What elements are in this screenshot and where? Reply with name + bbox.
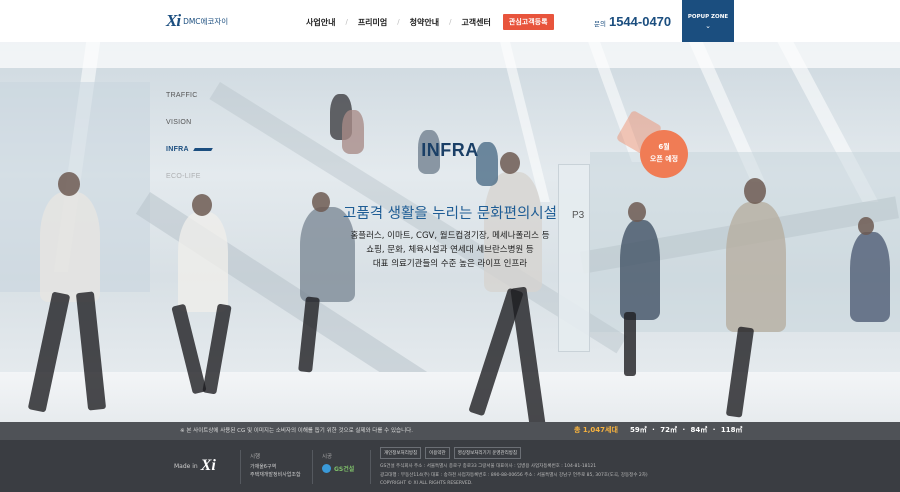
description-line: 쇼핑, 문화, 체육시설과 연세대 세브란스병원 등 [366, 245, 534, 255]
floor [0, 372, 900, 422]
company-info-line: GS건설 주식회사 주소 : 서울특별시 종로구 종로33 그랑서울 대표이사 … [380, 464, 597, 469]
gs-logo-text: GS건설 [334, 466, 355, 473]
hero-description: 홈플러스, 이마트, CGV, 월드컵경기장, 메세나폴리스 등 쇼핑, 문화,… [0, 229, 900, 271]
terms-link[interactable]: 이용약관 [425, 447, 450, 459]
total-households: 총 1,047세대 [574, 426, 618, 434]
description-line: 대표 의료기관들의 수준 높은 라이프 인프라 [372, 259, 528, 269]
developer-line: 주택재개발정비사업조합 [250, 472, 301, 478]
privacy-policy-link[interactable]: 개인정보처리방침 [380, 447, 422, 459]
register-interest-button[interactable]: 관심고객등록 [502, 14, 554, 30]
agency-info-line: 광고대행 : 부동산114(주) 대표 : 송하천 사업자등록번호 : 890-… [380, 473, 648, 478]
phone-contact: 문의 1544-0470 [594, 14, 671, 29]
person-head [744, 178, 766, 204]
gs-logo-icon [322, 464, 331, 473]
popup-zone-label: POPUP ZONE [687, 14, 729, 20]
footer-divider [240, 450, 241, 484]
nav-item-subscription[interactable]: 청약안내 [410, 17, 439, 28]
nav-separator: / [345, 18, 348, 26]
constructor-title: 시공 [322, 454, 333, 460]
nav-item-customer-center[interactable]: 고객센터 [461, 17, 490, 28]
person-head [58, 172, 80, 196]
xi-logo-mark: Xi [166, 11, 181, 30]
description-line: 홈플러스, 이마트, CGV, 월드컵경기장, 메세나폴리스 등 [350, 231, 550, 241]
site-header: Xi DMC에코자이 사업안내 / 프리미엄 / 청약안내 / 고객센터 관심고… [0, 0, 900, 42]
nav-separator: / [397, 18, 400, 26]
hero-headline: 고품격 생활을 누리는 문화편의시설 [343, 206, 557, 222]
site-logo[interactable]: Xi DMC에코자이 [166, 11, 228, 31]
cg-notice: ※ 본 사이트상에 사용된 CG 및 이미지는 소비자의 이해를 돕기 위한 것… [180, 428, 413, 434]
made-in-xi: Made in Xi [174, 457, 216, 475]
main-nav: 사업안내 / 프리미엄 / 청약안내 / 고객센터 관심고객등록 [306, 14, 554, 30]
side-nav-eco-life[interactable]: ECO-LIFE [166, 173, 212, 180]
copyright: COPYRIGHT © XI ALL RIGHTS RESERVED. [380, 481, 473, 486]
chevron-down-icon: ⌄ [705, 22, 711, 30]
footer-divider [370, 450, 371, 484]
nav-item-premium[interactable]: 프리미엄 [358, 17, 387, 28]
nav-separator: / [449, 18, 452, 26]
side-nav-traffic[interactable]: TRAFFIC [166, 92, 212, 99]
developer-title: 시행 [250, 454, 261, 460]
phone-label: 문의 [594, 20, 606, 28]
nav-item-business[interactable]: 사업안내 [306, 17, 335, 28]
cctv-policy-link[interactable]: 영상정보처리기기 운영관리방침 [453, 447, 522, 459]
made-in-label: Made in [174, 462, 198, 470]
developer-line: 가재울6구역 [250, 464, 277, 470]
popup-zone-button[interactable]: POPUP ZONE ⌄ [682, 0, 734, 42]
logo-text: DMC에코자이 [183, 16, 229, 26]
footer-divider [312, 450, 313, 484]
unit-sizes: 59㎡ · 72㎡ · 84㎡ · 118㎡ [630, 426, 743, 434]
footer-notice-strip [0, 422, 900, 440]
footer-links: 개인정보처리방침 이용약관 영상정보처리기기 운영관리방침 [380, 447, 525, 459]
section-title: INFRA [421, 140, 479, 160]
phone-number[interactable]: 1544-0470 [609, 14, 671, 29]
hero-section: P3 TRAFFIC VISION INFRA ECO-LIFE 6월 오픈 예… [0, 42, 900, 422]
xi-footer-logo: Xi [200, 457, 216, 474]
person-leg [624, 312, 636, 376]
side-nav-vision[interactable]: VISION [166, 119, 212, 126]
gs-logo: GS건설 [322, 464, 354, 473]
ceiling [0, 42, 900, 68]
